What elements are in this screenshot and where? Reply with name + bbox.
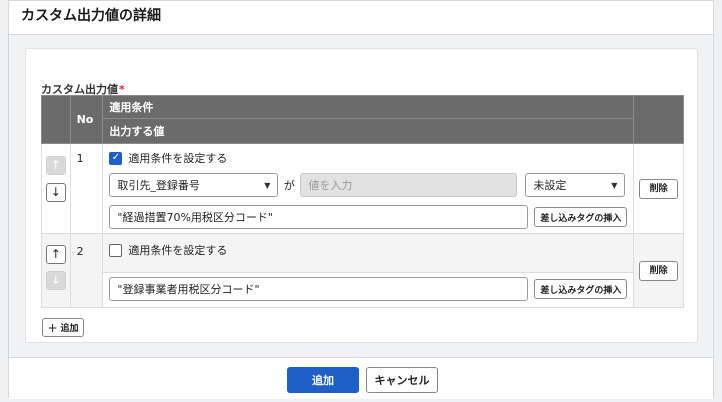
chevron-down-icon: ▼ bbox=[264, 180, 271, 190]
header-no: No bbox=[69, 95, 104, 144]
delete-row-button[interactable]: 削除 bbox=[639, 178, 679, 199]
add-button[interactable]: 追加 bbox=[287, 367, 359, 393]
move-down-button[interactable]: ↓ bbox=[45, 183, 66, 202]
table-row: ↑ ↓ 1 ✓ 適用条件を設定する 取引先_登録番号 ▼ が 値を入力 未設定 … bbox=[41, 143, 684, 234]
plus-icon: + bbox=[47, 320, 58, 335]
condition-field-select[interactable]: 取引先_登録番号 ▼ bbox=[109, 173, 279, 197]
row-content: ✓ 適用条件を設定する 取引先_登録番号 ▼ が 値を入力 未設定 ▼ "経過措… bbox=[102, 143, 635, 234]
apply-condition-checkbox[interactable]: ✓ bbox=[109, 151, 123, 165]
insert-tag-button[interactable]: 差し込みタグの挿入 bbox=[534, 279, 628, 299]
custom-output-card: カスタム出力値* No 適用条件 出力する値 ↑ ↓ 1 ✓ 適用条件を設定する… bbox=[25, 48, 698, 343]
delete-row-button[interactable]: 削除 bbox=[639, 260, 679, 281]
operator-select[interactable]: 未設定 ▼ bbox=[525, 173, 626, 197]
header-delete bbox=[633, 95, 684, 144]
row-arrows: ↑ ↓ bbox=[41, 143, 71, 234]
dialog-footer: 追加 キャンセル bbox=[9, 357, 713, 399]
move-up-button[interactable]: ↑ bbox=[45, 245, 66, 264]
header-condition: 適用条件 bbox=[102, 95, 635, 119]
apply-condition-label: 適用条件を設定する bbox=[128, 244, 228, 257]
add-row-label: 追加 bbox=[60, 324, 79, 334]
dialog-body: カスタム出力値* No 適用条件 出力する値 ↑ ↓ 1 ✓ 適用条件を設定する… bbox=[9, 35, 713, 357]
apply-condition-checkbox[interactable] bbox=[109, 243, 123, 257]
insert-tag-button[interactable]: 差し込みタグの挿入 bbox=[534, 207, 628, 227]
add-row-button[interactable]: + 追加 bbox=[42, 318, 84, 337]
apply-condition-label: 適用条件を設定する bbox=[128, 152, 228, 165]
chevron-down-icon: ▼ bbox=[611, 180, 618, 190]
row-content: 適用条件を設定する "登録事業者用税区分コード" 差し込みタグの挿入 bbox=[102, 233, 635, 308]
connector-label: が bbox=[283, 179, 295, 192]
dialog-title: カスタム出力値の詳細 bbox=[9, 1, 713, 35]
cancel-button[interactable]: キャンセル bbox=[366, 367, 438, 393]
move-down-button[interactable]: ↓ bbox=[45, 271, 66, 290]
output-value-input[interactable]: "経過措置70%用税区分コード" bbox=[109, 205, 529, 229]
table-row: ↑ ↓ 2 適用条件を設定する "登録事業者用税区分コード" 差し込みタグの挿入… bbox=[41, 233, 684, 308]
custom-output-dialog: カスタム出力値の詳細 カスタム出力値* No 適用条件 出力する値 ↑ ↓ 1 … bbox=[8, 0, 714, 399]
header-arrows bbox=[41, 95, 71, 144]
condition-value-input[interactable]: 値を入力 bbox=[300, 173, 518, 197]
row-arrows: ↑ ↓ bbox=[41, 233, 71, 308]
row-delete-cell: 削除 bbox=[633, 233, 684, 308]
row-number: 2 bbox=[69, 233, 104, 308]
output-value-input[interactable]: "登録事業者用税区分コード" bbox=[109, 277, 529, 301]
custom-output-table: No 適用条件 出力する値 ↑ ↓ 1 ✓ 適用条件を設定する 取引先_登録番号… bbox=[41, 95, 684, 308]
header-output: 出力する値 bbox=[102, 118, 635, 144]
row-number: 1 bbox=[69, 143, 104, 234]
row-delete-cell: 削除 bbox=[633, 143, 684, 234]
move-up-button[interactable]: ↑ bbox=[45, 156, 66, 175]
